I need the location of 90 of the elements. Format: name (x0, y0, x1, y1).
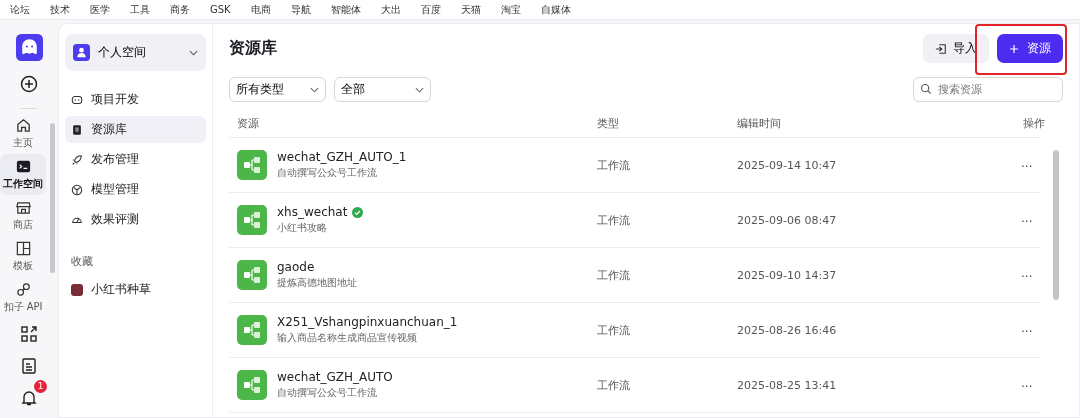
resource-name[interactable]: gaode (277, 260, 315, 274)
scrollbar-thumb[interactable] (1053, 150, 1059, 300)
resource-name[interactable]: wechat_GZH_AUTO_1 (277, 150, 407, 164)
workflow-icon (237, 370, 267, 400)
bookmark-link[interactable]: 技术 (50, 2, 70, 17)
more-button[interactable]: ··· (1017, 379, 1037, 394)
resource-name[interactable]: xhs_wechat (277, 205, 348, 219)
sidebar-item[interactable]: 资源库 (65, 116, 206, 143)
column-header: 资源 (237, 116, 260, 131)
resource-description: 自动撰写公众号工作流 (277, 166, 378, 180)
bookmark-link[interactable]: 淘宝 (500, 2, 521, 17)
bookmark-link[interactable]: 电商 (250, 2, 271, 17)
notification-badge: 1 (34, 380, 47, 393)
more-button[interactable]: ··· (1017, 324, 1037, 339)
add-icon[interactable] (20, 75, 38, 93)
workflow-icon (237, 260, 267, 290)
chevron-down-icon (415, 86, 424, 93)
more-button[interactable]: ··· (1017, 269, 1037, 284)
bookmark-link[interactable]: 天猫 (460, 2, 481, 17)
add-resource-button[interactable]: 资源 (997, 34, 1063, 63)
bookmark-link[interactable]: 论坛 (10, 2, 30, 17)
resource-name[interactable]: X251_Vshangpinxuanchuan_1 (277, 315, 458, 329)
rail-nav-item[interactable]: 商店 (0, 195, 46, 236)
chevron-down-icon (310, 86, 319, 93)
favorite-item[interactable]: 小红书种草 (65, 276, 206, 303)
resource-name[interactable]: wechat_GZH_AUTO (277, 370, 393, 384)
sidebar-item[interactable]: 发布管理 (65, 146, 206, 173)
more-button[interactable]: ··· (1017, 159, 1037, 174)
rail-nav-item[interactable]: 模板 (0, 236, 46, 277)
globe-icon (71, 183, 83, 196)
edit-time-cell-text: 2025-08-26 16:46 (737, 323, 838, 337)
book-icon (71, 123, 83, 136)
bookmark-link[interactable]: 工具 (130, 2, 150, 17)
logo-icon[interactable] (15, 34, 43, 61)
edit-time-cell-text: 2025-09-06 08:47 (737, 213, 838, 227)
bookmark-link[interactable]: 导航 (290, 2, 311, 17)
robot-icon (71, 93, 83, 106)
bell-icon[interactable] (20, 389, 38, 407)
sidebar-item[interactable]: 模型管理 (65, 176, 206, 203)
rail-nav-item[interactable]: 扣子 API (0, 277, 46, 318)
scrollbar-thumb[interactable] (50, 123, 55, 273)
user-icon (73, 44, 90, 61)
bookmark-link[interactable]: 医学 (90, 2, 110, 17)
edit-time-cell-text: 2025-09-10 14:37 (737, 268, 838, 282)
page-title: 资源库 (229, 38, 277, 59)
filter-dropdown[interactable]: 全部 (334, 77, 431, 102)
edit-time-cell-text: 2025-09-14 10:47 (737, 158, 838, 172)
type-cell-text: 工作流 (597, 157, 631, 173)
bookmark-link[interactable]: 智能体 (330, 2, 361, 17)
store-icon (14, 199, 32, 216)
column-header: 编辑时间 (737, 116, 782, 131)
type-cell-text: 工作流 (597, 377, 631, 393)
type-cell-text: 工作流 (597, 267, 631, 283)
home-icon (14, 117, 32, 134)
resource-description: 输入商品名称生成商品宣传视频 (277, 331, 418, 345)
thumbnail-placeholder (71, 283, 83, 296)
terminal-icon (14, 158, 32, 175)
workflow-icon (237, 315, 267, 345)
search-field[interactable]: 搜索资源 (913, 77, 1063, 102)
rail-nav-item[interactable]: 工作空间 (0, 154, 46, 195)
document-icon[interactable] (20, 357, 38, 375)
link-icon (14, 281, 32, 298)
resource-description: 小红书攻略 (277, 221, 328, 235)
plus-icon (1009, 43, 1019, 54)
edit-time-cell-text: 2025-08-25 13:41 (737, 378, 838, 392)
rocket-icon (71, 153, 83, 166)
filter-dropdown[interactable]: 所有类型 (229, 77, 326, 102)
type-cell-text: 工作流 (597, 322, 631, 338)
workflow-icon (237, 150, 267, 180)
resource-description: 自动撰写公众号工作流 (277, 386, 378, 400)
more-button[interactable]: ··· (1017, 214, 1037, 229)
sidebar-item[interactable]: 项目开发 (65, 86, 206, 113)
sidebar-item[interactable]: 效果评测 (65, 206, 206, 233)
column-header: 操作 (1022, 116, 1045, 131)
bookmark-link[interactable]: GSK (210, 4, 231, 15)
apps-icon[interactable] (20, 325, 38, 343)
resource-description: 提炼高德地图地址 (277, 276, 357, 290)
workflow-icon (237, 205, 267, 235)
bookmark-link[interactable]: 自媒体 (540, 2, 571, 17)
bookmark-link[interactable]: 大出 (380, 2, 401, 17)
layout-icon (14, 240, 32, 257)
bookmark-link[interactable]: 商务 (170, 2, 190, 17)
type-cell-text: 工作流 (597, 212, 631, 228)
column-header: 类型 (597, 116, 620, 131)
bookmark-link[interactable]: 百度 (420, 2, 441, 17)
rail-nav-item[interactable]: 主页 (0, 113, 46, 154)
space-selector[interactable]: 个人空间 (65, 34, 206, 71)
import-icon (935, 42, 947, 55)
section-heading: 收藏 (70, 254, 94, 270)
chevron-down-icon (189, 49, 198, 56)
